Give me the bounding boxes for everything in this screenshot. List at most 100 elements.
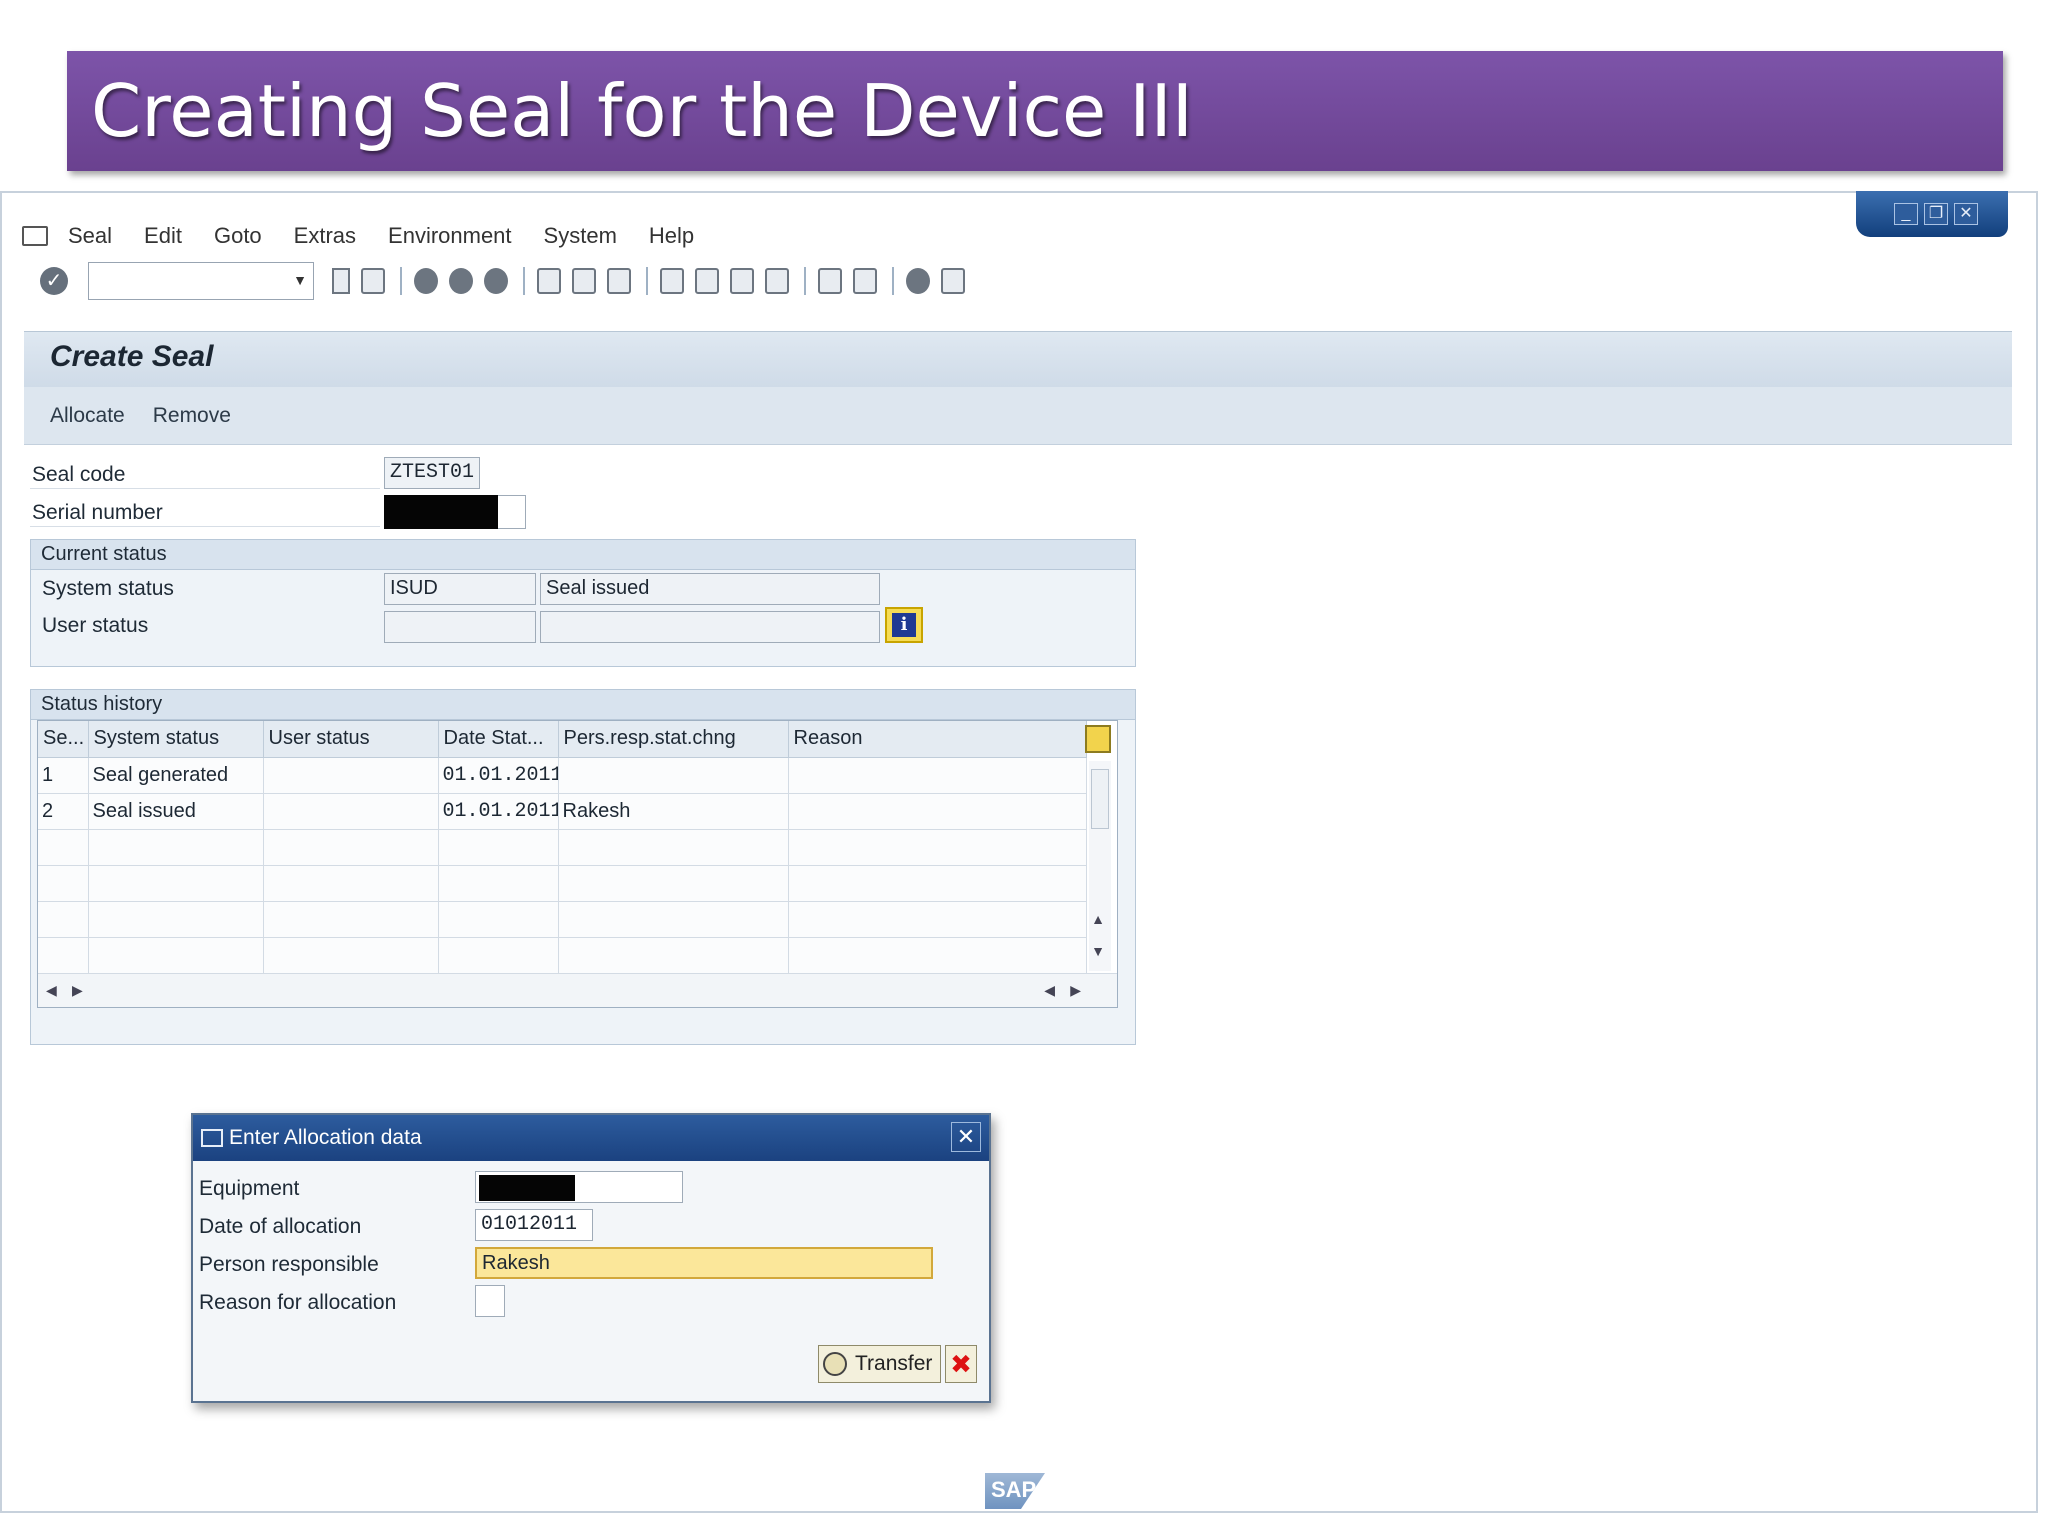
status-info-button[interactable]: i	[885, 607, 923, 643]
column-header-date[interactable]: Date Stat...	[438, 721, 559, 758]
back-icon[interactable]	[414, 268, 438, 294]
redacted-equipment	[479, 1175, 575, 1201]
allocation-dialog: Enter Allocation data ✕ Equipment Date o…	[191, 1113, 991, 1403]
column-header-person[interactable]: Pers.resp.stat.chng	[558, 721, 789, 758]
column-settings-icon[interactable]	[1085, 725, 1111, 753]
horizontal-scrollbar[interactable]: ◀ ▶ ◀ ▶	[38, 973, 1117, 1007]
back-arrow-icon[interactable]	[332, 268, 350, 294]
empty-table-row	[38, 937, 1087, 974]
remove-button[interactable]: Remove	[153, 404, 231, 428]
transfer-button[interactable]: Transfer	[818, 1345, 941, 1383]
last-page-icon[interactable]	[765, 268, 789, 294]
serial-number-label: Serial number	[32, 501, 163, 524]
window-controls: _ ❐ ✕	[1856, 191, 2008, 237]
empty-table-row	[38, 829, 1087, 866]
menu-help[interactable]: Help	[649, 223, 694, 249]
column-header-system-status[interactable]: System status	[88, 721, 264, 758]
status-history-grid: Se... System status User status Date Sta…	[38, 721, 1087, 974]
enter-check-icon[interactable]: ✓	[40, 267, 68, 295]
cell-reason	[788, 757, 1087, 794]
seal-code-field[interactable]: ZTEST01	[384, 457, 480, 489]
previous-page-icon[interactable]	[695, 268, 719, 294]
cell-user-status	[263, 757, 439, 794]
restore-icon[interactable]: ❐	[1924, 203, 1948, 225]
system-status-code-field: ISUD	[384, 573, 536, 605]
cell-seq: 1	[38, 757, 89, 794]
cell-person	[558, 757, 789, 794]
toolbar-separator	[523, 267, 525, 295]
cell-system-status: Seal issued	[88, 793, 264, 830]
cancel-icon[interactable]	[484, 268, 508, 294]
column-header-seq[interactable]: Se...	[38, 721, 89, 758]
menu-system[interactable]: System	[544, 223, 617, 249]
person-responsible-label: Person responsible	[199, 1253, 379, 1276]
scroll-down-icon[interactable]: ▼	[1091, 943, 1105, 959]
menu-edit[interactable]: Edit	[144, 223, 182, 249]
allocate-button[interactable]: Allocate	[50, 404, 125, 428]
cell-user-status	[263, 793, 439, 830]
scroll-thumb[interactable]	[1091, 769, 1109, 829]
scroll-right-icon[interactable]: ▶	[72, 982, 83, 999]
exit-icon[interactable]	[449, 268, 473, 294]
user-status-code-field	[384, 611, 536, 643]
person-responsible-field[interactable]: Rakesh	[475, 1247, 933, 1279]
new-session-icon[interactable]	[818, 268, 842, 294]
next-page-icon[interactable]	[730, 268, 754, 294]
find-next-icon[interactable]	[607, 268, 631, 294]
toolbar-separator	[400, 267, 402, 295]
system-menu-icon[interactable]	[22, 226, 48, 246]
column-header-user-status[interactable]: User status	[263, 721, 439, 758]
scroll-up-icon[interactable]: ▲	[1091, 911, 1105, 927]
status-history-table: Se... System status User status Date Sta…	[37, 720, 1118, 1008]
dialog-window-icon	[201, 1129, 223, 1147]
toolbar-separator	[646, 267, 648, 295]
table-row[interactable]: 2 Seal issued 01.01.2011 Rakesh	[38, 793, 1087, 830]
command-field[interactable]	[88, 262, 314, 300]
toolbar-separator	[892, 267, 894, 295]
reason-for-allocation-field[interactable]	[475, 1285, 505, 1317]
dialog-title: Enter Allocation data	[229, 1126, 422, 1149]
redacted-serial-number	[384, 495, 498, 529]
cell-seq: 2	[38, 793, 89, 830]
current-status-title: Current status	[31, 540, 1135, 570]
vertical-scrollbar[interactable]	[1089, 761, 1111, 971]
cell-date: 01.01.2011	[438, 793, 559, 830]
menu-seal[interactable]: Seal	[68, 223, 112, 249]
user-status-text-field	[540, 611, 880, 643]
minimize-icon[interactable]: _	[1894, 203, 1918, 225]
user-status-label: User status	[42, 614, 149, 637]
menu-environment[interactable]: Environment	[388, 223, 512, 249]
date-of-allocation-label: Date of allocation	[199, 1215, 362, 1238]
equipment-label: Equipment	[199, 1177, 300, 1200]
sap-window: _ ❐ ✕ Seal Edit Goto Extras Environment …	[0, 191, 2038, 1513]
system-status-label: System status	[42, 577, 174, 600]
dialog-title-bar: Enter Allocation data ✕	[193, 1115, 989, 1161]
scroll-right-end-icon[interactable]: ▶	[1070, 982, 1081, 999]
screen-title-bar: Create Seal	[24, 331, 2012, 387]
help-icon[interactable]	[906, 268, 930, 294]
column-header-reason[interactable]: Reason	[788, 721, 1087, 758]
menu-extras[interactable]: Extras	[294, 223, 356, 249]
slide-title-banner: Creating Seal for the Device III	[67, 51, 2003, 171]
table-row[interactable]: 1 Seal generated 01.01.2011	[38, 757, 1087, 794]
standard-toolbar: ✓	[22, 261, 976, 301]
system-status-text-field: Seal issued	[540, 573, 880, 605]
save-icon[interactable]	[361, 268, 385, 294]
scroll-left-icon[interactable]: ◀	[46, 982, 57, 999]
menu-goto[interactable]: Goto	[214, 223, 262, 249]
find-icon[interactable]	[572, 268, 596, 294]
transfer-label: Transfer	[855, 1352, 933, 1375]
scroll-left-end-icon[interactable]: ◀	[1044, 982, 1055, 999]
cancel-button[interactable]: ✖	[945, 1345, 977, 1383]
shortcut-icon[interactable]	[853, 268, 877, 294]
info-icon: i	[892, 613, 916, 637]
dialog-close-icon[interactable]: ✕	[951, 1122, 981, 1152]
print-icon[interactable]	[537, 268, 561, 294]
date-of-allocation-field[interactable]: 01012011	[475, 1209, 593, 1241]
application-toolbar: Allocate Remove	[24, 387, 2012, 445]
first-page-icon[interactable]	[660, 268, 684, 294]
reason-for-allocation-label: Reason for allocation	[199, 1291, 397, 1314]
layout-menu-icon[interactable]	[941, 268, 965, 294]
transfer-clock-icon	[823, 1352, 847, 1376]
close-icon[interactable]: ✕	[1954, 203, 1978, 225]
